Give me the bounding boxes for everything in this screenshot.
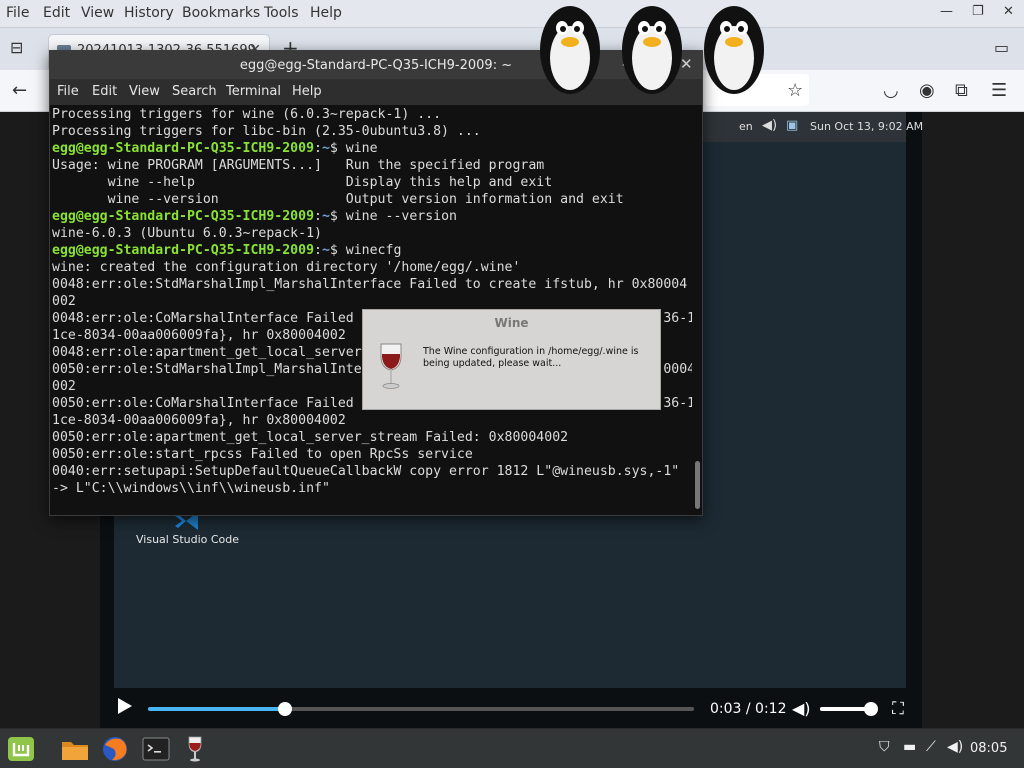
- seek-bar[interactable]: [148, 702, 694, 716]
- term-menu-view[interactable]: View: [129, 84, 160, 99]
- drive-icon[interactable]: ▬: [903, 739, 916, 755]
- terminal-line: wine --help Display this help and exit: [52, 175, 553, 190]
- penguins-overlay-icon: [540, 6, 764, 94]
- terminal-prompt: egg@egg-Standard-PC-Q35-ICH9-2009: [52, 209, 315, 224]
- terminal-line: 002: [52, 379, 76, 394]
- volume-handle[interactable]: [864, 702, 879, 716]
- tab-list-icon[interactable]: ⊟: [10, 38, 23, 57]
- terminal-prompt: egg@egg-Standard-PC-Q35-ICH9-2009: [52, 243, 315, 258]
- screen: File Edit View History Bookmarks Tools H…: [0, 0, 1024, 768]
- volume-icon[interactable]: ◀): [762, 118, 777, 133]
- seek-progress: [148, 707, 285, 711]
- terminal-line: -> L"C:\\windows\\inf\\wineusb.inf": [52, 481, 330, 496]
- terminal-line: 0050:err:ole:start_rpcss Failed to open …: [52, 447, 473, 462]
- terminal-command: $ winecfg: [329, 243, 402, 258]
- play-icon[interactable]: [118, 698, 132, 714]
- terminal-line: 1ce-8034-00aa006009fa}, hr 0x80004002: [52, 328, 346, 343]
- volume-icon[interactable]: ◀): [792, 699, 811, 718]
- terminal-path: ~: [321, 141, 330, 156]
- host-taskbar: ⛉ ▬ ⟋ ◀) 08:05: [0, 728, 1024, 768]
- menu-bookmarks[interactable]: Bookmarks: [182, 5, 260, 21]
- term-menu-help[interactable]: Help: [292, 84, 322, 99]
- files-icon[interactable]: [60, 735, 90, 763]
- terminal-window[interactable]: egg@egg-Standard-PC-Q35-ICH9-2009: ~ – +…: [49, 50, 703, 516]
- time-display: 0:03 / 0:12: [710, 701, 787, 717]
- network-icon[interactable]: ⟋: [926, 739, 936, 755]
- vm-datetime: Sun Oct 13, 9:02 AM: [810, 120, 924, 133]
- terminal-line: 1ce-8034-00aa006009fa}, hr 0x80004002: [52, 413, 346, 428]
- menu-view[interactable]: View: [81, 5, 114, 21]
- wine-dialog-message: The Wine configuration in /home/egg/.win…: [423, 346, 639, 369]
- term-menu-file[interactable]: File: [57, 84, 79, 99]
- wine-dialog-title: Wine: [494, 316, 529, 330]
- volume-slider[interactable]: [820, 702, 879, 716]
- prompt-separator: :: [314, 209, 322, 224]
- menu-history[interactable]: History: [124, 5, 174, 21]
- wine-dialog[interactable]: Wine The Wine configuration in /home/egg…: [362, 309, 661, 410]
- terminal-line: egg@egg-Standard-PC-Q35-ICH9-2009:~$ win…: [52, 140, 378, 157]
- shield-icon[interactable]: ⛉: [879, 739, 890, 755]
- menu-tools[interactable]: Tools: [264, 5, 299, 21]
- keyboard-language[interactable]: en: [739, 120, 753, 133]
- firefox-menubar: File Edit View History Bookmarks Tools H…: [0, 0, 1024, 28]
- prompt-separator: :: [314, 141, 322, 156]
- bookmark-star-icon[interactable]: ☆: [787, 80, 803, 101]
- terminal-line: 0050:err:ole:apartment_get_local_server_…: [52, 430, 569, 445]
- terminal-line: wine: created the configuration director…: [52, 260, 521, 275]
- pocket-icon[interactable]: ◡: [883, 80, 899, 101]
- terminal-line: 0040:err:setupapi:SetupDefaultQueueCallb…: [52, 464, 680, 479]
- menu-file[interactable]: File: [6, 5, 29, 21]
- terminal-line: 002: [52, 294, 76, 309]
- terminal-line: egg@egg-Standard-PC-Q35-ICH9-2009:~$ win…: [52, 242, 401, 259]
- terminal-path: ~: [321, 209, 330, 224]
- wine-icon[interactable]: [180, 735, 210, 763]
- folder-icon[interactable]: ▭: [994, 38, 1009, 57]
- terminal-scrollbar[interactable]: [695, 461, 700, 509]
- terminal-path: ~: [321, 243, 330, 258]
- terminal-command: $ wine --version: [329, 209, 457, 224]
- menu-help[interactable]: Help: [310, 5, 342, 21]
- terminal-line: Processing triggers for libc-bin (2.35-0…: [52, 124, 481, 139]
- terminal-prompt: egg@egg-Standard-PC-Q35-ICH9-2009: [52, 141, 315, 156]
- term-menu-search[interactable]: Search: [172, 84, 217, 99]
- menu-edit[interactable]: Edit: [43, 5, 70, 21]
- account-icon[interactable]: ◉: [919, 80, 935, 101]
- network-icon[interactable]: ▣: [786, 118, 798, 133]
- terminal-line: Processing triggers for wine (6.0.3~repa…: [52, 107, 442, 122]
- minimize-button[interactable]: —: [940, 4, 953, 19]
- terminal-icon[interactable]: [141, 735, 171, 763]
- close-window-button[interactable]: ✕: [1003, 4, 1014, 19]
- mint-menu-icon[interactable]: [6, 735, 36, 763]
- term-menu-edit[interactable]: Edit: [92, 84, 117, 99]
- terminal-line: wine-6.0.3 (Ubuntu 6.0.3~repack-1): [52, 226, 322, 241]
- terminal-line: wine --version Output version informatio…: [52, 192, 624, 207]
- wine-glass-icon: [380, 343, 402, 389]
- vscode-label: Visual Studio Code: [136, 533, 240, 546]
- extensions-icon[interactable]: ⧉: [955, 80, 968, 101]
- firefox-icon[interactable]: [100, 735, 130, 763]
- terminal-line: 0048:err:ole:apartment_get_local_server: [52, 345, 362, 360]
- maximize-button[interactable]: ❐: [972, 4, 984, 19]
- back-arrow-icon[interactable]: ←: [12, 80, 27, 101]
- terminal-line: 0048:err:ole:StdMarshalImpl_MarshalInter…: [52, 277, 688, 292]
- terminal-line: egg@egg-Standard-PC-Q35-ICH9-2009:~$ win…: [52, 208, 457, 225]
- hamburger-menu-icon[interactable]: ☰: [991, 80, 1007, 101]
- terminal-line: Usage: wine PROGRAM [ARGUMENTS...] Run t…: [52, 158, 545, 173]
- taskbar-clock: 08:05: [970, 741, 1008, 756]
- fullscreen-icon[interactable]: ⛶: [892, 699, 904, 719]
- video-controls: 0:03 / 0:12 ◀) ⛶: [100, 690, 922, 728]
- term-menu-terminal[interactable]: Terminal: [226, 84, 281, 99]
- terminal-command: $ wine: [329, 141, 378, 156]
- prompt-separator: :: [314, 243, 322, 258]
- seek-handle[interactable]: [277, 702, 292, 716]
- sound-icon[interactable]: ◀): [947, 739, 963, 755]
